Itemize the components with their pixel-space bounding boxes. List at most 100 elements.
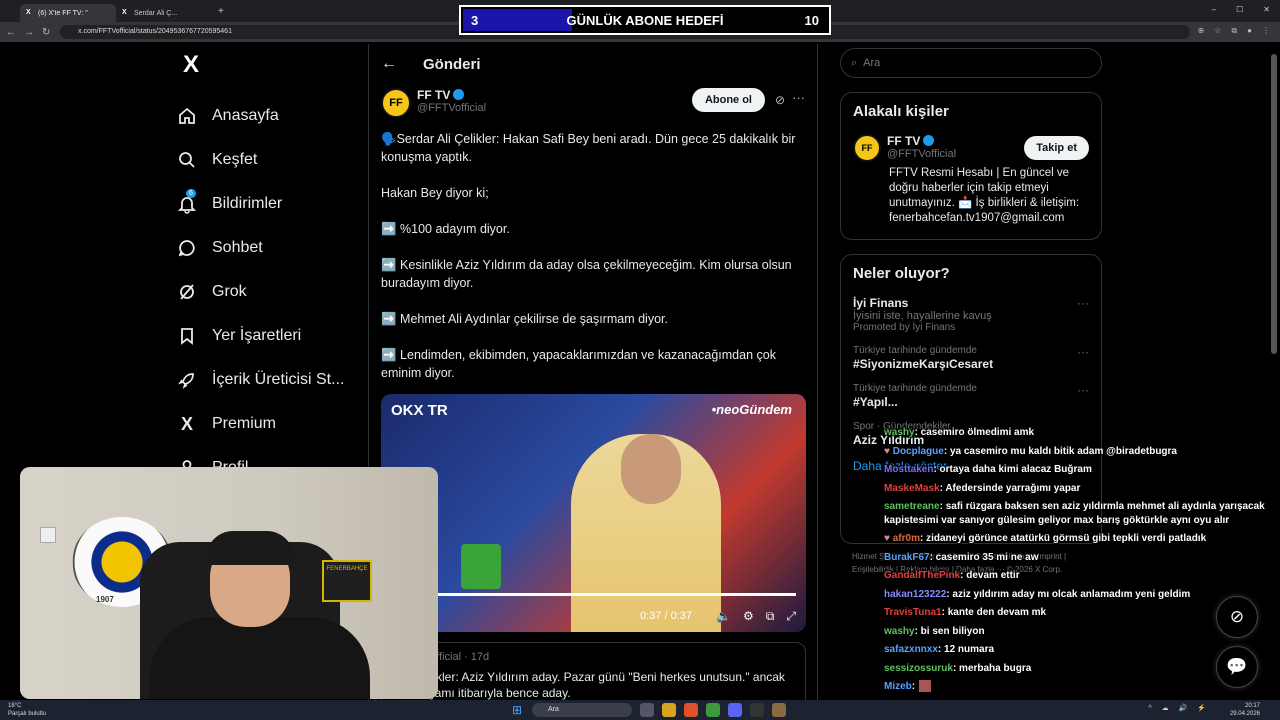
nav-label: İçerik Üreticisi St... — [212, 371, 345, 388]
scrollbar-thumb[interactable] — [1271, 54, 1277, 354]
more-options-icon[interactable]: ··· — [1077, 383, 1089, 397]
chat-message: hakan123222: aziz yıldırım aday mı olcak… — [884, 586, 1274, 605]
nav-item-chat[interactable]: Sohbet — [170, 226, 360, 270]
chat-message: BurakF67: casemiro 35 mi ne aw — [884, 549, 1274, 568]
file-explorer-icon[interactable] — [662, 703, 676, 717]
trend-item[interactable]: İyi Finans İyisini iste, hayallerine kav… — [853, 296, 1089, 333]
grok-icon[interactable]: ⊘ — [775, 93, 785, 107]
trend-subtitle: İyisini iste, hayallerine kavuş — [853, 310, 992, 322]
clock-date: 29.04.2026 — [1229, 711, 1260, 717]
author-name[interactable]: FF TV — [417, 88, 450, 102]
fullscreen-icon[interactable]: ⤢ — [786, 609, 796, 624]
author-handle[interactable]: @FFTVofficial — [417, 102, 486, 114]
maximize-icon[interactable]: ☐ — [1236, 5, 1243, 14]
bell-icon: 6 — [176, 189, 198, 215]
page-scrollbar[interactable] — [1268, 44, 1280, 700]
zoom-icon[interactable]: ⊕ — [1198, 26, 1205, 36]
search-icon: ⌕ — [851, 56, 858, 69]
post-paragraph: Hakan Bey diyor ki; — [381, 186, 489, 200]
back-arrow-icon[interactable]: ← — [6, 27, 16, 38]
profile-icon[interactable]: ● — [1247, 26, 1252, 36]
taskbar-search[interactable]: Ara — [532, 703, 632, 717]
volume-icon[interactable]: 🔈 — [716, 609, 731, 624]
avatar[interactable]: FF — [853, 134, 881, 162]
new-tab-button[interactable]: + — [218, 6, 224, 17]
search-input[interactable]: ⌕ Ara — [840, 48, 1102, 78]
extensions-icon[interactable]: ⧉ — [1231, 26, 1237, 36]
close-icon[interactable]: ✕ — [1263, 5, 1270, 14]
chrome-icon[interactable] — [706, 703, 720, 717]
chat-user: Mizeb — [884, 681, 912, 692]
x-logo-icon[interactable]: X — [176, 50, 206, 80]
chat-user: afr0m — [892, 533, 920, 544]
search-placeholder: Ara — [863, 57, 881, 69]
star-icon[interactable]: ☆ — [1214, 26, 1221, 36]
nav-item-grok[interactable]: Grok — [170, 270, 360, 314]
grok-icon — [176, 281, 198, 303]
weather-widget[interactable]: 18°C Parçalı bulutlu — [8, 702, 46, 718]
nav-item-premium[interactable]: X Premium — [170, 402, 360, 446]
video-progress-bar[interactable] — [391, 593, 796, 596]
menu-icon[interactable]: ⋮ — [1262, 26, 1270, 36]
subscriber-goal-overlay: 3 GÜNLÜK ABONE HEDEFİ 10 — [459, 5, 831, 35]
nav-item-home[interactable]: Anasayfa — [170, 94, 360, 138]
back-arrow-icon[interactable]: ← — [381, 55, 401, 73]
forward-arrow-icon[interactable]: → — [24, 27, 34, 38]
video-person-head — [621, 434, 681, 504]
pip-icon[interactable]: ⧉ — [766, 609, 775, 624]
trend-item[interactable]: Türkiye tarihinde gündemde #SiyonizmeKar… — [853, 345, 1089, 371]
video-time: 0:37 / 0:37 — [640, 610, 692, 622]
nav-item-notifications[interactable]: 6 Bildirimler — [170, 182, 360, 226]
more-options-icon[interactable]: ··· — [1077, 296, 1089, 310]
discord-icon[interactable] — [728, 703, 742, 717]
more-options-icon[interactable]: ··· — [1077, 345, 1089, 359]
taskbar-clock[interactable]: 20:17 29.04.2026 — [1230, 702, 1260, 718]
trend-meta: Türkiye tarihinde gündemde — [853, 345, 977, 356]
nav-label: Bildirimler — [212, 195, 283, 212]
app-icon[interactable] — [772, 703, 786, 717]
brave-icon[interactable] — [684, 703, 698, 717]
chat-floating-button[interactable]: 💬 — [1216, 646, 1258, 688]
settings-icon[interactable]: ⚙ — [743, 609, 754, 624]
browser-tab-label: (6) X'te FF TV: " — [38, 9, 88, 17]
fenerbahce-scarf: FENERBAHÇE — [322, 560, 372, 602]
x-favicon-icon: X — [122, 9, 127, 16]
windows-start-icon[interactable]: ⊞ — [512, 703, 526, 717]
nav-item-creator-studio[interactable]: İçerik Üreticisi St... — [170, 358, 360, 402]
nav-item-explore[interactable]: Keşfet — [170, 138, 360, 182]
trends-title: Neler oluyor? — [853, 265, 950, 282]
streamer-body — [150, 617, 370, 699]
chat-text: : Afedersinde yarrağımı yapar — [939, 482, 1081, 494]
follow-button[interactable]: Takip et — [1024, 136, 1089, 160]
more-options-icon[interactable]: ··· — [792, 90, 805, 105]
logo-year: 1907 — [96, 595, 114, 604]
taskbar-search-label: Ara — [548, 706, 559, 713]
video-player[interactable]: OKX TR •neoGündem 0:37 / 0:37 🔈 ⚙ ⧉ ⤢ — [381, 394, 806, 632]
minimize-icon[interactable]: – — [1212, 5, 1216, 14]
grok-floating-button[interactable]: ⊘ — [1216, 596, 1258, 638]
chat-message: washy: bi sen biliyon — [884, 623, 1274, 642]
trend-title: #Yapıl... — [853, 395, 898, 409]
trend-item[interactable]: Türkiye tarihinde gündemde #Yapıl... ··· — [853, 383, 1089, 409]
system-tray[interactable]: ^ ☁ 🔊 ⚡ — [1148, 704, 1210, 712]
browser-tab-1[interactable]: X (6) X'te FF TV: " — [20, 4, 116, 22]
obs-icon[interactable] — [750, 703, 764, 717]
rocket-icon — [176, 369, 198, 391]
weather-desc: Parçalı bulutlu — [8, 711, 47, 717]
subscribe-button[interactable]: Abone ol — [691, 88, 765, 112]
reload-icon[interactable]: ↻ — [42, 27, 50, 38]
chat-message: sametreane: safi rüzgara baksen sen aziz… — [884, 500, 1274, 528]
post-paragraph: ➡️ Lendimden, ekibimden, yapacaklarımızd… — [381, 348, 776, 380]
related-person[interactable]: FF FF TV @FFTVofficial Takip et — [853, 134, 1089, 162]
chat-user: washy — [884, 427, 915, 438]
chat-text: : ortaya daha kimi alacaz Buğram — [933, 464, 1092, 475]
nav-label: Sohbet — [212, 239, 263, 256]
quote-meta: @FFTVofficial · 17d — [392, 651, 490, 663]
nav-label: Anasayfa — [212, 107, 279, 124]
shield-icon: ♥ — [884, 533, 893, 544]
browser-tab-2[interactable]: X Serdar Ali Ç... — [116, 4, 212, 22]
task-view-icon[interactable] — [640, 703, 654, 717]
avatar[interactable]: FF — [381, 88, 411, 118]
nav-item-bookmarks[interactable]: Yer İşaretleri — [170, 314, 360, 358]
chat-message: ♥ afr0m: zidaneyi görünce atatürkü görms… — [884, 530, 1274, 549]
